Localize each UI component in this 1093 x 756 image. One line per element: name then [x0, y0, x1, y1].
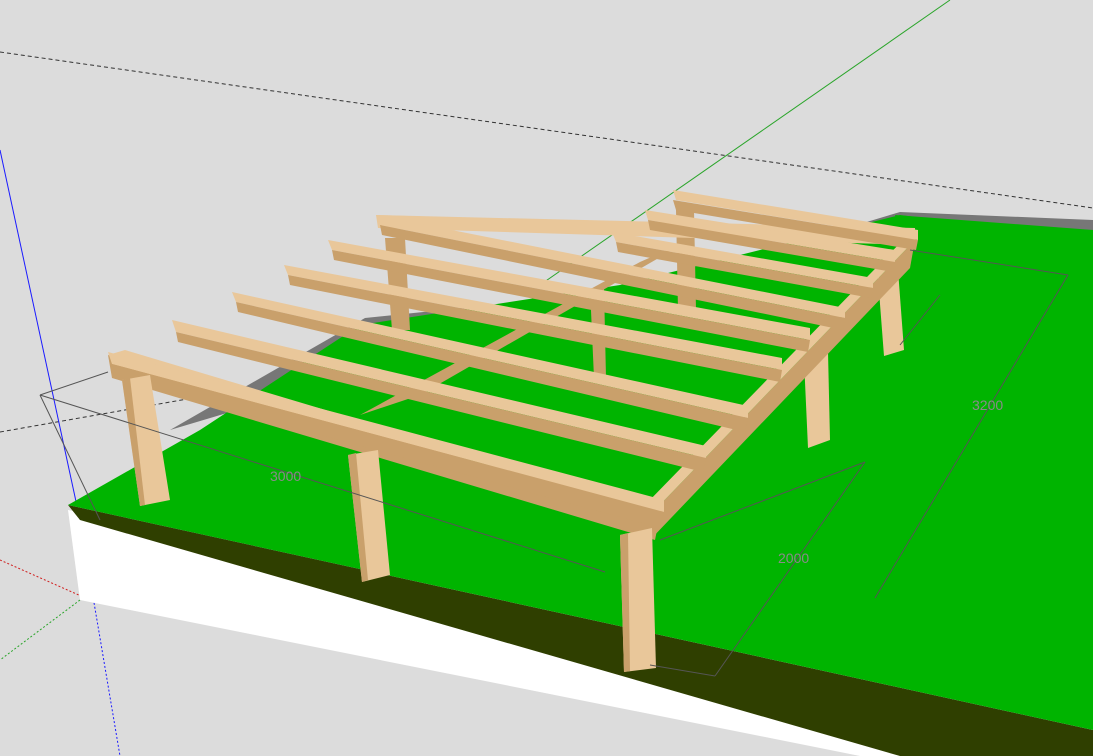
dimension-label-joist: 2000: [778, 550, 809, 566]
dimension-label-depth: 3200: [972, 397, 1003, 413]
3d-model-viewport[interactable]: 3000 3200 2000: [0, 0, 1093, 756]
dimension-label-width: 3000: [270, 468, 301, 484]
